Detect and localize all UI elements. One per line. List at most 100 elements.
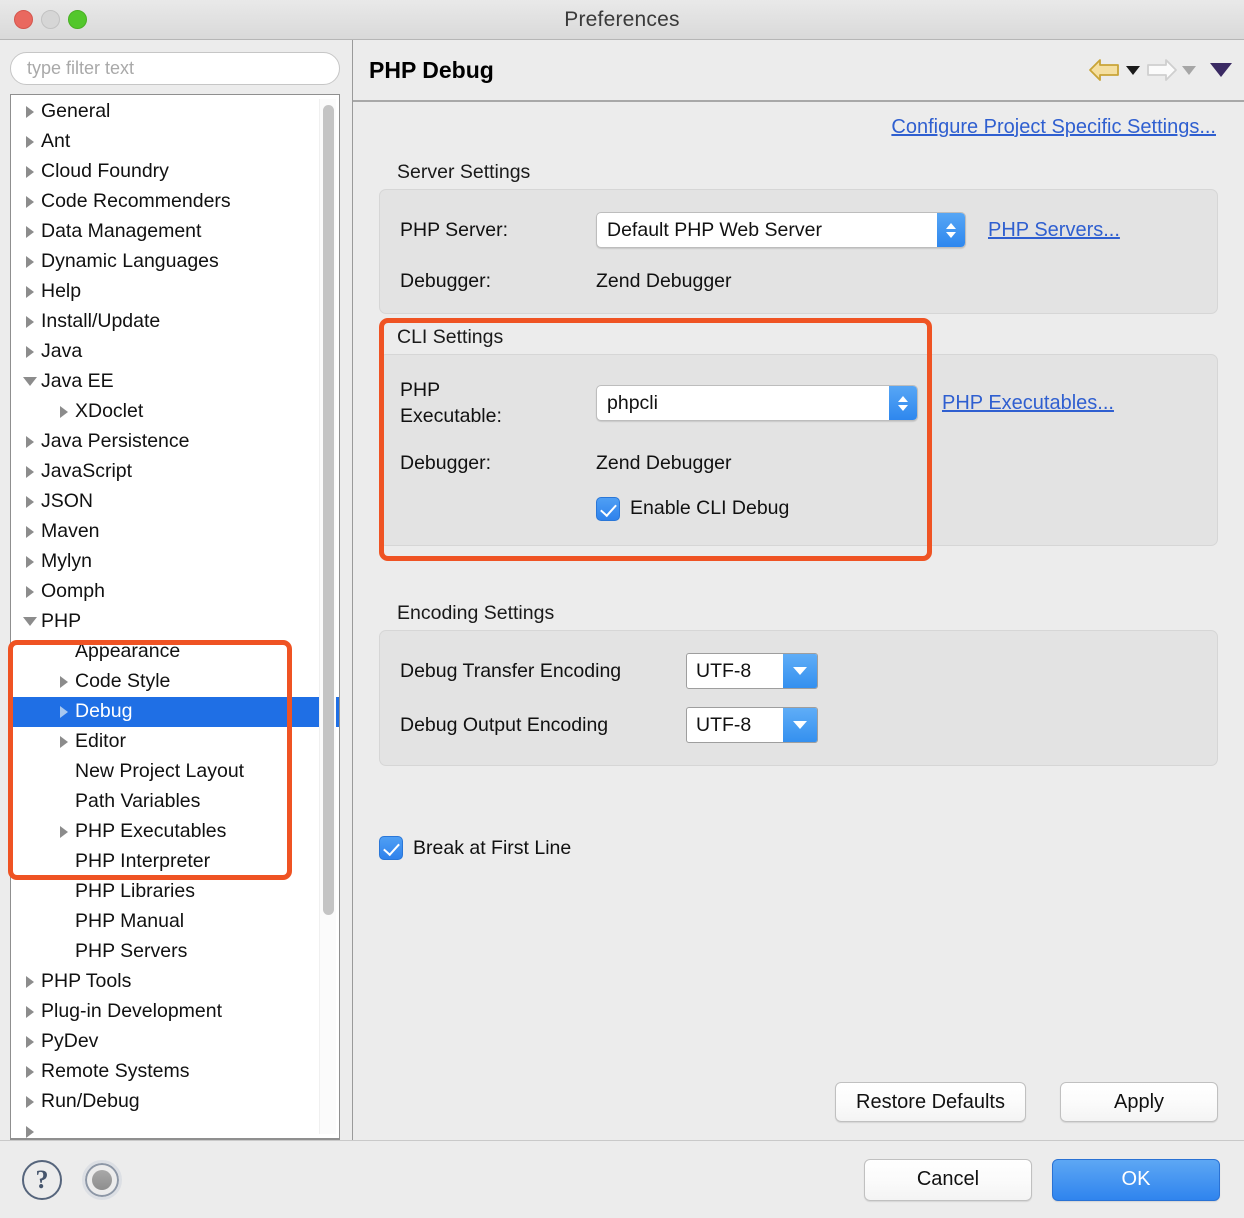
ok-button[interactable]: OK: [1052, 1158, 1220, 1201]
sidebar-item-help[interactable]: Help: [11, 277, 339, 307]
sidebar-item-label: Code Recommenders: [41, 190, 231, 213]
sidebar-item-php-interpreter[interactable]: PHP Interpreter: [11, 847, 339, 877]
dialog-footer: ? Cancel OK: [0, 1140, 1244, 1218]
disclosure-triangle-right-icon[interactable]: [19, 255, 41, 268]
sidebar-item-mylyn[interactable]: Mylyn: [11, 547, 339, 577]
sidebar-item-label: Maven: [41, 520, 100, 543]
php-servers-link[interactable]: PHP Servers...: [988, 219, 1120, 242]
break-at-first-line-row[interactable]: Break at First Line: [379, 836, 1218, 860]
disclosure-triangle-right-icon[interactable]: [53, 405, 75, 418]
php-executables-link[interactable]: PHP Executables...: [942, 392, 1114, 415]
disclosure-triangle-right-icon[interactable]: [19, 165, 41, 178]
back-arrow-icon[interactable]: [1088, 57, 1122, 83]
disclosure-triangle-right-icon[interactable]: [53, 825, 75, 838]
sidebar-item-label: PHP Servers: [75, 940, 188, 963]
apply-button[interactable]: Apply: [1060, 1082, 1218, 1122]
sidebar-item-xdoclet[interactable]: XDoclet: [11, 397, 339, 427]
cancel-button[interactable]: Cancel: [864, 1158, 1032, 1201]
debug-transfer-encoding-chevron-down-icon[interactable]: [783, 654, 817, 688]
disclosure-triangle-right-icon[interactable]: [53, 675, 75, 688]
disclosure-triangle-right-icon[interactable]: [19, 315, 41, 328]
sidebar-item-plug-in-development[interactable]: Plug-in Development: [11, 997, 339, 1027]
sidebar-item-editor[interactable]: Editor: [11, 727, 339, 757]
sidebar-item-data-management[interactable]: Data Management: [11, 217, 339, 247]
disclosure-triangle-right-icon[interactable]: [19, 1125, 41, 1138]
sidebar-item-general[interactable]: General: [11, 97, 339, 127]
sidebar-item-appearance[interactable]: Appearance: [11, 637, 339, 667]
sidebar-item-php[interactable]: PHP: [11, 607, 339, 637]
disclosure-triangle-right-icon[interactable]: [19, 105, 41, 118]
sidebar-item-item-34[interactable]: [11, 1117, 339, 1138]
disclosure-triangle-right-icon[interactable]: [53, 705, 75, 718]
debug-output-encoding-row: Debug Output Encoding UTF-8: [400, 707, 1217, 743]
sidebar-item-remote-systems[interactable]: Remote Systems: [11, 1057, 339, 1087]
php-executable-stepper-icon[interactable]: [889, 386, 917, 421]
disclosure-triangle-right-icon[interactable]: [19, 555, 41, 568]
sidebar-item-code-style[interactable]: Code Style: [11, 667, 339, 697]
sidebar-item-cloud-foundry[interactable]: Cloud Foundry: [11, 157, 339, 187]
view-menu-chevron-down-icon[interactable]: [1210, 63, 1232, 77]
disclosure-triangle-right-icon[interactable]: [19, 1095, 41, 1108]
preferences-tree[interactable]: General Ant Cloud Foundry Code Recommenders…: [11, 95, 339, 1138]
debug-transfer-encoding-dropdown[interactable]: UTF-8: [686, 653, 818, 689]
sidebar-item-php-libraries[interactable]: PHP Libraries: [11, 877, 339, 907]
sidebar-item-pydev[interactable]: PyDev: [11, 1027, 339, 1057]
lock-circle-icon[interactable]: [82, 1159, 122, 1200]
disclosure-triangle-down-icon[interactable]: [19, 617, 41, 627]
disclosure-triangle-right-icon[interactable]: [19, 225, 41, 238]
disclosure-triangle-right-icon[interactable]: [19, 435, 41, 448]
debug-output-encoding-dropdown[interactable]: UTF-8: [686, 707, 818, 743]
sidebar-item-java[interactable]: Java: [11, 337, 339, 367]
sidebar-scrollbar-track[interactable]: [319, 98, 336, 1134]
sidebar-item-oomph[interactable]: Oomph: [11, 577, 339, 607]
sidebar-item-label: Dynamic Languages: [41, 250, 219, 273]
disclosure-triangle-right-icon[interactable]: [19, 1005, 41, 1018]
sidebar-scrollbar-thumb[interactable]: [323, 104, 334, 915]
disclosure-triangle-right-icon[interactable]: [19, 1065, 41, 1078]
disclosure-triangle-right-icon[interactable]: [19, 465, 41, 478]
debug-output-encoding-chevron-down-icon[interactable]: [783, 708, 817, 742]
sidebar-item-php-executables[interactable]: PHP Executables: [11, 817, 339, 847]
enable-cli-debug-row[interactable]: Enable CLI Debug: [596, 496, 1217, 521]
break-at-first-line-label: Break at First Line: [413, 836, 572, 859]
sidebar-item-dynamic-languages[interactable]: Dynamic Languages: [11, 247, 339, 277]
cli-settings-wrapper: CLI Settings PHP Executable: phpcli PHP …: [379, 318, 1218, 561]
php-executable-combo[interactable]: phpcli: [596, 385, 918, 422]
sidebar-item-php-tools[interactable]: PHP Tools: [11, 967, 339, 997]
configure-project-specific-settings-link[interactable]: Configure Project Specific Settings...: [891, 116, 1216, 138]
sidebar-item-path-variables[interactable]: Path Variables: [11, 787, 339, 817]
disclosure-triangle-right-icon[interactable]: [53, 735, 75, 748]
disclosure-triangle-right-icon[interactable]: [19, 975, 41, 988]
sidebar-item-php-manual[interactable]: PHP Manual: [11, 907, 339, 937]
disclosure-triangle-right-icon[interactable]: [19, 195, 41, 208]
sidebar-item-debug[interactable]: Debug: [11, 696, 339, 727]
question-mark-icon[interactable]: ?: [22, 1159, 62, 1200]
disclosure-triangle-right-icon[interactable]: [19, 1035, 41, 1048]
disclosure-triangle-right-icon[interactable]: [19, 345, 41, 358]
sidebar-item-run-debug[interactable]: Run/Debug: [11, 1087, 339, 1117]
disclosure-triangle-right-icon[interactable]: [19, 135, 41, 148]
sidebar-item-java-persistence[interactable]: Java Persistence: [11, 427, 339, 457]
disclosure-triangle-right-icon[interactable]: [19, 525, 41, 538]
sidebar-item-new-project-layout[interactable]: New Project Layout: [11, 757, 339, 787]
php-server-combo[interactable]: Default PHP Web Server: [596, 212, 966, 248]
sidebar-item-code-recommenders[interactable]: Code Recommenders: [11, 187, 339, 217]
disclosure-triangle-right-icon[interactable]: [19, 285, 41, 298]
back-menu-chevron-down-icon[interactable]: [1126, 65, 1140, 75]
sidebar-item-maven[interactable]: Maven: [11, 517, 339, 547]
disclosure-triangle-right-icon[interactable]: [19, 585, 41, 598]
php-server-stepper-icon[interactable]: [937, 213, 965, 247]
sidebar-item-javascript[interactable]: JavaScript: [11, 457, 339, 487]
sidebar-item-install-update[interactable]: Install/Update: [11, 307, 339, 337]
enable-cli-debug-checkbox[interactable]: [596, 496, 620, 521]
sidebar-item-ant[interactable]: Ant: [11, 127, 339, 157]
sidebar-item-json[interactable]: JSON: [11, 487, 339, 517]
dialog-body: General Ant Cloud Foundry Code Recommenders…: [0, 40, 1244, 1140]
filter-input[interactable]: [10, 52, 340, 85]
sidebar-item-java-ee[interactable]: Java EE: [11, 367, 339, 397]
disclosure-triangle-down-icon[interactable]: [19, 377, 41, 387]
break-at-first-line-checkbox[interactable]: [379, 836, 403, 860]
restore-defaults-button[interactable]: Restore Defaults: [835, 1082, 1026, 1122]
disclosure-triangle-right-icon[interactable]: [19, 495, 41, 508]
sidebar-item-php-servers[interactable]: PHP Servers: [11, 937, 339, 967]
